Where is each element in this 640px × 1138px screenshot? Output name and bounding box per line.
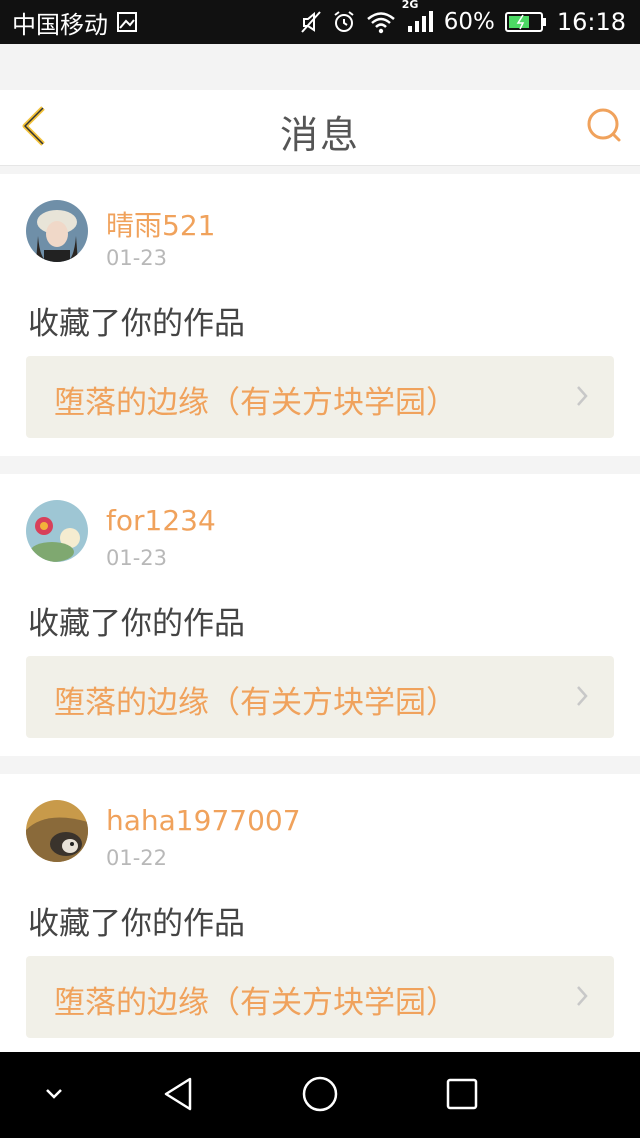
battery-percentage: 60% xyxy=(443,9,495,35)
avatar[interactable] xyxy=(26,200,88,262)
back-triangle-icon xyxy=(161,1076,195,1116)
message-date: 01-23 xyxy=(106,246,168,270)
signal-icon: 2G xyxy=(402,0,434,34)
work-link[interactable]: 堕落的边缘（有关方块学园） xyxy=(26,356,614,438)
message-card: haha1977007 01-22 收藏了你的作品 堕落的边缘（有关方块学园） xyxy=(0,774,640,1056)
home-circle-icon xyxy=(301,1075,339,1117)
status-right: 2G 60% 16:18 xyxy=(300,0,626,36)
message-card: 晴雨521 01-23 收藏了你的作品 堕落的边缘（有关方块学园） xyxy=(0,174,640,456)
collapse-icon xyxy=(42,1086,66,1106)
page-title: 消息 xyxy=(279,113,360,157)
chevron-right-icon xyxy=(574,384,590,408)
message-date: 01-23 xyxy=(106,546,168,570)
mute-icon xyxy=(300,10,322,34)
work-link[interactable]: 堕落的边缘（有关方块学园） xyxy=(26,656,614,738)
work-title: 堕落的边缘（有关方块学园） xyxy=(54,685,457,721)
recents-square-icon xyxy=(445,1077,479,1115)
app-header: 消息 xyxy=(0,90,640,166)
work-link[interactable]: 堕落的边缘（有关方块学园） xyxy=(26,956,614,1038)
wifi-icon xyxy=(366,10,396,34)
chevron-right-icon xyxy=(574,684,590,708)
clock: 16:18 xyxy=(556,8,626,36)
action-text: 收藏了你的作品 xyxy=(28,906,245,942)
status-left: 中国移动 xyxy=(12,5,138,40)
chevron-right-icon xyxy=(574,984,590,1008)
collapse-nav-button[interactable] xyxy=(30,1072,78,1120)
user-name[interactable]: for1234 xyxy=(106,504,216,537)
message-date: 01-22 xyxy=(106,846,168,870)
alarm-icon xyxy=(332,10,356,34)
message-list: 晴雨521 01-23 收藏了你的作品 堕落的边缘（有关方块学园） for123… xyxy=(0,174,640,1074)
carrier-label: 中国移动 xyxy=(12,10,108,39)
battery-icon xyxy=(504,11,547,33)
status-bar: 中国移动 2G 60% 16:18 xyxy=(0,0,640,44)
search-button[interactable] xyxy=(584,106,626,150)
work-title: 堕落的边缘（有关方块学园） xyxy=(54,385,457,421)
user-name[interactable]: 晴雨521 xyxy=(106,204,215,244)
user-name[interactable]: haha1977007 xyxy=(106,804,301,837)
home-nav-button[interactable] xyxy=(296,1072,344,1120)
action-text: 收藏了你的作品 xyxy=(28,606,245,642)
header-gap xyxy=(0,44,640,90)
back-nav-button[interactable] xyxy=(154,1072,202,1120)
avatar[interactable] xyxy=(26,800,88,862)
network-badge: 2G xyxy=(401,0,419,11)
recents-nav-button[interactable] xyxy=(438,1072,486,1120)
work-title: 堕落的边缘（有关方块学园） xyxy=(54,985,457,1021)
avatar[interactable] xyxy=(26,500,88,562)
message-card: for1234 01-23 收藏了你的作品 堕落的边缘（有关方块学园） xyxy=(0,474,640,756)
search-icon xyxy=(586,107,624,149)
action-text: 收藏了你的作品 xyxy=(28,306,245,342)
system-nav-bar xyxy=(0,1052,640,1138)
image-icon xyxy=(116,11,138,33)
